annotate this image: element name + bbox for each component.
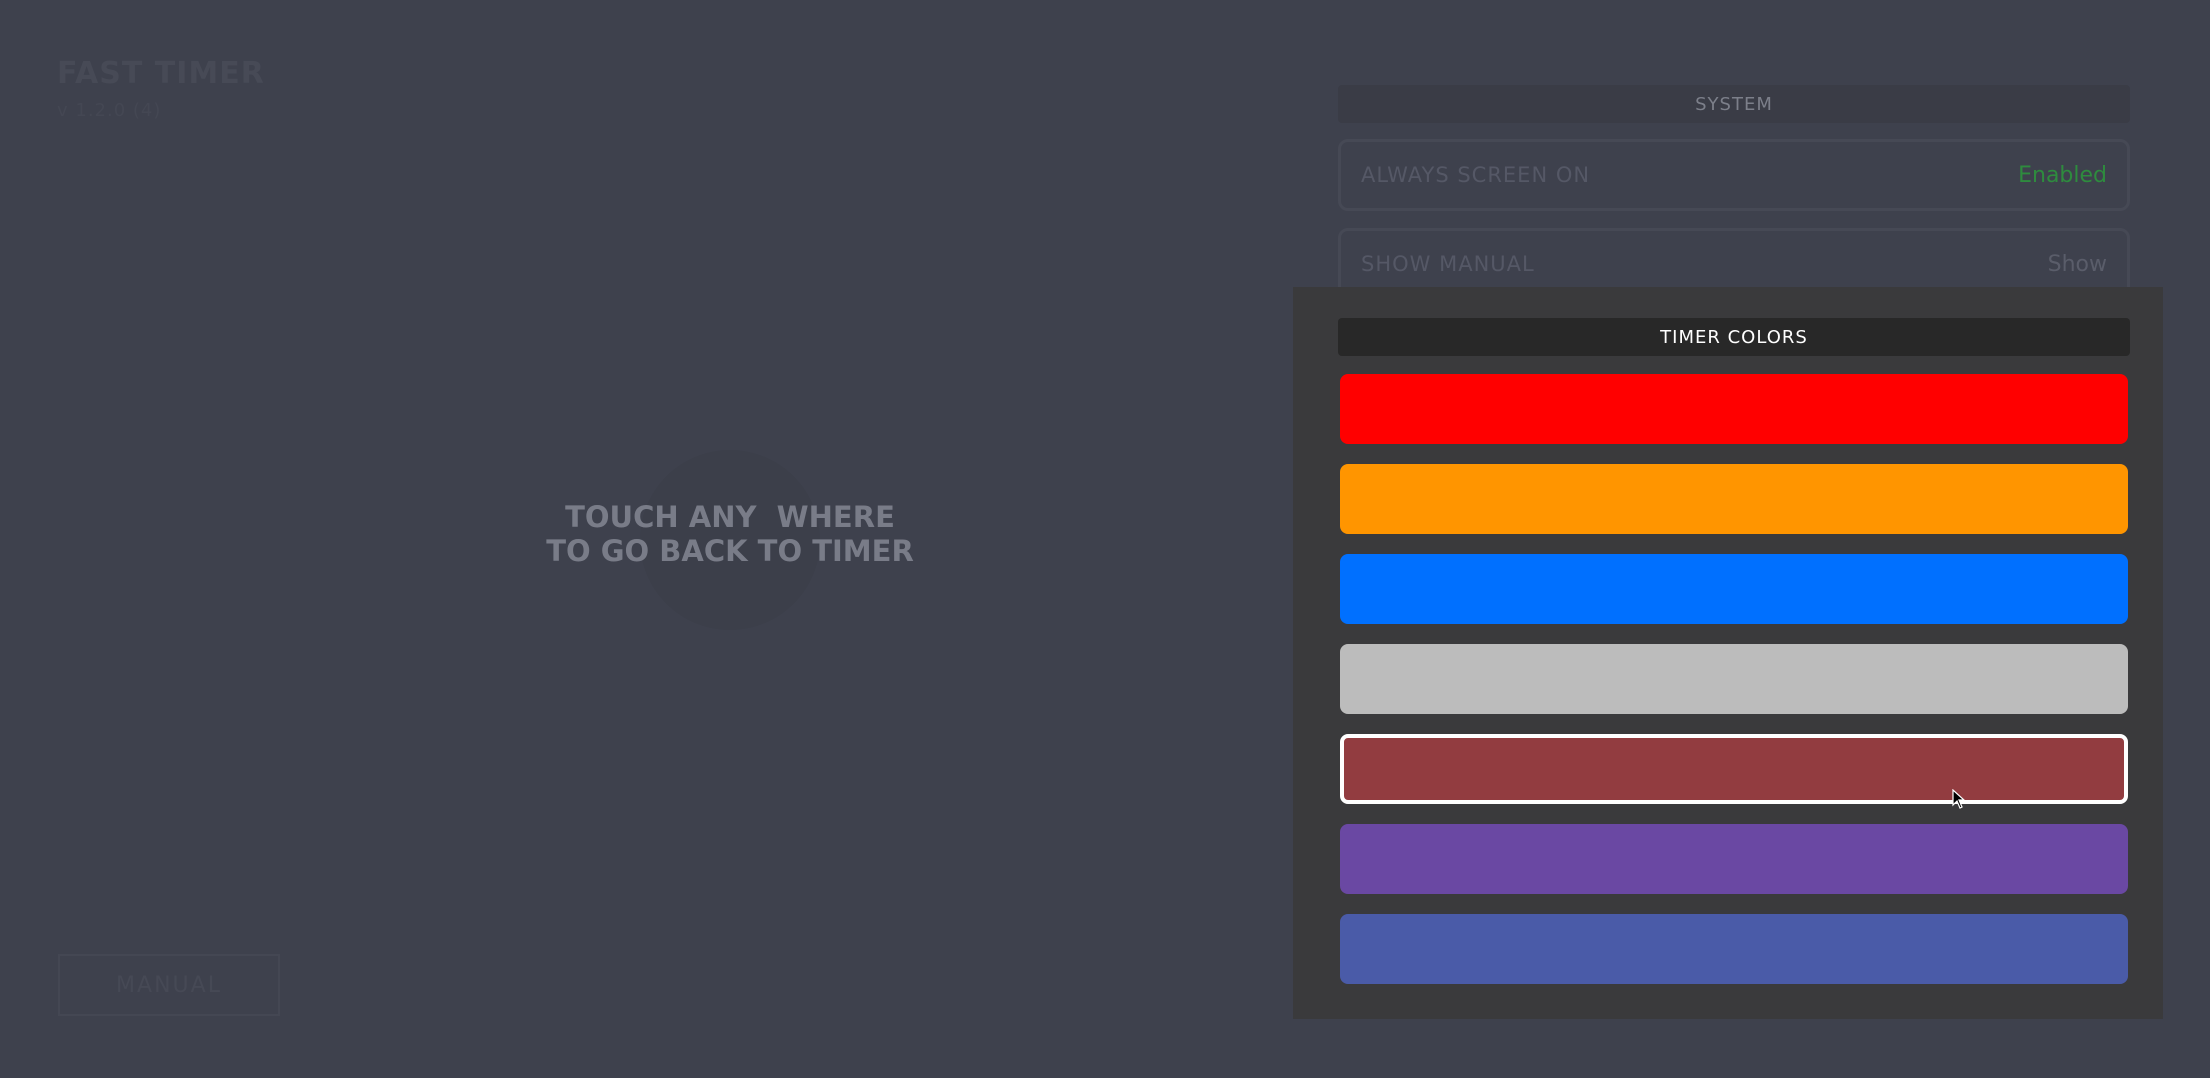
system-header-label: SYSTEM [1695,93,1773,115]
timer-colors-header: TIMER COLORS [1338,318,2130,356]
timer-colors-header-label: TIMER COLORS [1660,326,1808,348]
system-section-header: SYSTEM [1338,85,2130,123]
mouse-cursor-icon [1952,789,1966,809]
always-screen-on-value[interactable]: Enabled [2018,163,2107,188]
manual-button: MANUAL [58,954,280,1016]
color-swatch-purple[interactable] [1340,824,2128,894]
color-swatch-dark-red[interactable] [1340,734,2128,804]
manual-button-label: MANUAL [116,972,222,998]
color-swatch-silver[interactable] [1340,644,2128,714]
color-swatch-red[interactable] [1340,374,2128,444]
app-version: v 1.2.0 (4) [57,100,162,121]
screen[interactable]: FAST TIMER v 1.2.0 (4) MANUAL TOUCH ANY … [0,0,2210,1078]
always-screen-on-label: ALWAYS SCREEN ON [1361,163,1591,187]
show-manual-label: SHOW MANUAL [1361,252,1535,276]
show-manual-value[interactable]: Show [2048,252,2107,277]
color-swatch-orange[interactable] [1340,464,2128,534]
timer-colors-panel: TIMER COLORS [1293,287,2163,1019]
always-screen-on-setting[interactable]: ALWAYS SCREEN ON Enabled [1338,139,2130,211]
color-swatch-blue[interactable] [1340,554,2128,624]
back-to-timer-hint[interactable]: TOUCH ANY WHERE TO GO BACK TO TIMER [530,500,930,568]
color-swatch-indigo[interactable] [1340,914,2128,984]
app-title: FAST TIMER [57,56,265,91]
